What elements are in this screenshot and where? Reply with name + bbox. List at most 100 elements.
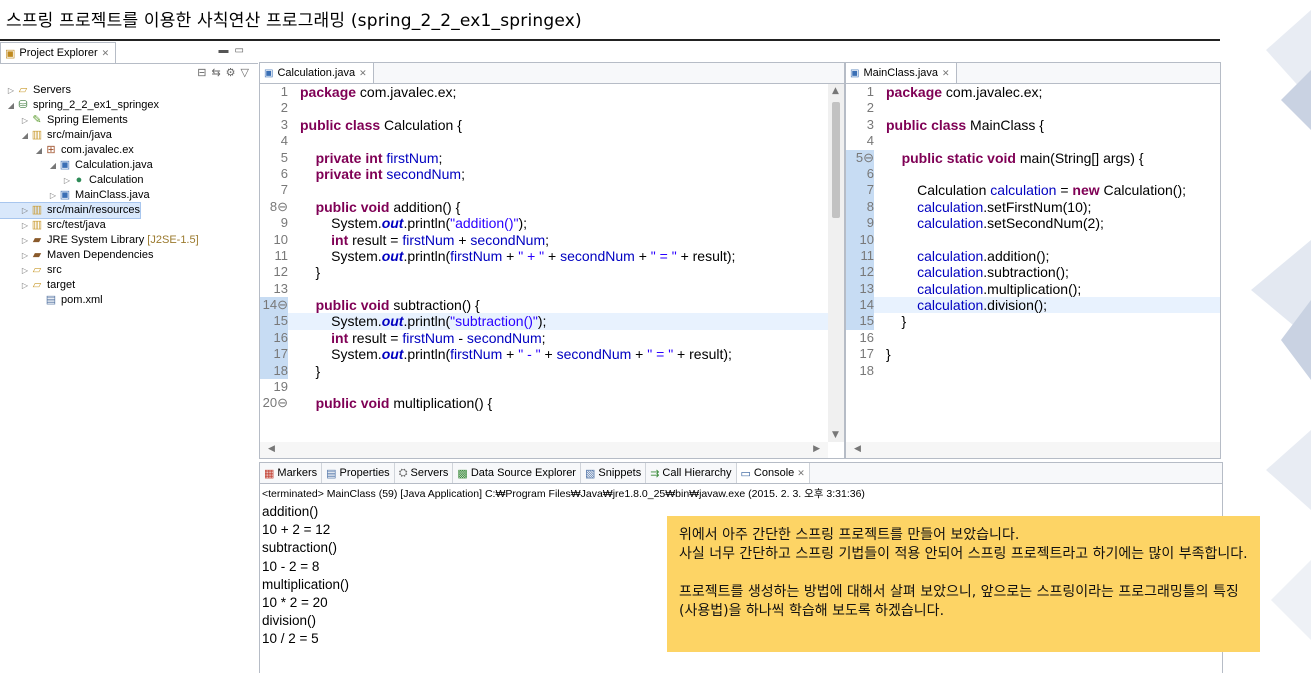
code-line[interactable]: 10	[846, 231, 1220, 248]
code-line[interactable]: 15 System.out.println("subtraction()");	[260, 313, 828, 330]
collapsed-icon[interactable]: ▷	[6, 83, 16, 98]
close-icon[interactable]: ✕	[102, 48, 110, 59]
tree-item[interactable]: ▷ ▥ src/test/java	[0, 218, 199, 233]
minimize-icon[interactable]: ▬	[219, 45, 235, 56]
tab-properties[interactable]: ▤ Properties	[322, 463, 395, 483]
collapsed-icon[interactable]: ▷	[62, 173, 72, 188]
collapsed-icon[interactable]: ▷	[20, 203, 30, 218]
code-line[interactable]: 15 }	[846, 313, 1220, 330]
code-line[interactable]: 9 System.out.println("addition()");	[260, 215, 828, 231]
tab-console[interactable]: ▭ Console ✕	[736, 463, 810, 483]
code-line[interactable]: 14 calculation.division();	[846, 297, 1220, 314]
collapsed-icon[interactable]: ▷	[20, 233, 30, 248]
horizontal-scrollbar[interactable]: ◀ ▶	[260, 442, 828, 458]
code-line[interactable]: 13 calculation.multiplication();	[846, 280, 1220, 298]
code-line[interactable]: 12 }	[260, 264, 828, 280]
collapsed-icon[interactable]: ▷	[20, 263, 30, 278]
tree-item[interactable]: ▷ ▣ MainClass.java	[0, 188, 199, 203]
code-line[interactable]: 16	[846, 330, 1220, 346]
vertical-scrollbar[interactable]: ▲ ▼	[828, 84, 844, 442]
scroll-thumb[interactable]	[832, 102, 840, 218]
code-line[interactable]: 1 package com.javalec.ex;	[260, 84, 828, 100]
code-line[interactable]: 6	[846, 165, 1220, 183]
code-line[interactable]: 11 calculation.addition();	[846, 247, 1220, 265]
tree-item[interactable]: ◢ ⊞ com.javalec.ex	[0, 143, 199, 158]
code-line[interactable]: 16 int result = firstNum - secondNum;	[260, 329, 828, 347]
scroll-left-icon[interactable]: ◀	[268, 444, 275, 454]
collapsed-icon[interactable]: ▷	[20, 248, 30, 263]
tree-item[interactable]: ◢ ⛁ spring_2_2_ex1_springex	[0, 98, 199, 113]
tree-item[interactable]: ▷ ● Calculation	[0, 173, 199, 188]
console-output[interactable]: addition() 10 + 2 = 12 subtraction() 10 - 2…	[262, 503, 349, 649]
code-line[interactable]: 10 int result = firstNum + secondNum;	[260, 232, 828, 248]
code-line[interactable]: 3 public class Calculation {	[260, 117, 828, 133]
tab-snippets[interactable]: ▧ Snippets	[581, 463, 647, 483]
tree-item[interactable]: ◢ ▥ src/main/java	[0, 128, 199, 143]
collapse-all-icon[interactable]: ⊟	[197, 67, 211, 79]
tab-data-source-explorer[interactable]: ▩ Data Source Explorer	[453, 463, 581, 483]
link-editor-icon[interactable]: ⇆	[211, 67, 225, 79]
close-icon[interactable]: ✕	[797, 468, 805, 479]
expanded-icon[interactable]: ◢	[34, 143, 44, 158]
scroll-up-icon[interactable]: ▲	[832, 86, 839, 96]
tree-item[interactable]: ◢ ▣ Calculation.java	[0, 158, 199, 173]
collapsed-icon[interactable]: ▷	[20, 218, 30, 233]
tab-mainclass-java[interactable]: ▣ MainClass.java ✕	[846, 63, 957, 83]
tree-item[interactable]: ▷ ✎ Spring Elements	[0, 113, 199, 128]
code-line[interactable]: 20⊖ public void multiplication() {	[260, 395, 828, 411]
code-area[interactable]: 1 package com.javalec.ex; 2 3 public class C…	[260, 84, 828, 442]
scroll-left-icon[interactable]: ◀	[854, 444, 861, 454]
editor-tabbar: ▣ Calculation.java ✕	[260, 63, 844, 84]
code-line[interactable]: 7	[260, 182, 828, 198]
view-menu-icon[interactable]: ▽	[241, 67, 254, 79]
code-line[interactable]: 7 Calculation calculation = new Calculat…	[846, 182, 1220, 199]
tab-calculation-java[interactable]: ▣ Calculation.java ✕	[260, 63, 374, 83]
tree-item[interactable]: ▷ ▰ Maven Dependencies	[0, 248, 199, 263]
code-line[interactable]: 14⊖ public void subtraction() {	[260, 297, 828, 314]
tree-item[interactable]: ▷ ▰ JRE System Library [J2SE-1.5]	[0, 233, 199, 248]
tree-item[interactable]: ▷ ▱ target	[0, 278, 199, 293]
expanded-icon[interactable]: ◢	[20, 128, 30, 143]
code-line[interactable]: 4	[846, 133, 1220, 149]
tab-servers[interactable]: ⛭ Servers	[395, 463, 454, 483]
code-line[interactable]: 17}	[846, 346, 1220, 362]
tree-item[interactable]: ▷ ▥ src/main/resources	[0, 202, 141, 219]
code-area[interactable]: 1 package com.javalec.ex; 2 3 public class M…	[846, 84, 1220, 442]
code-line[interactable]: 18 }	[260, 362, 828, 380]
code-line[interactable]: 17 System.out.println(firstNum + " - " +…	[260, 346, 828, 363]
close-icon[interactable]: ✕	[942, 68, 950, 79]
code-line[interactable]: 5⊖ public static void main(String[] args…	[846, 149, 1220, 166]
expanded-icon[interactable]: ◢	[6, 98, 16, 113]
code-line[interactable]: 18	[846, 363, 1220, 379]
code-line[interactable]: 11 System.out.println(firstNum + " + " +…	[260, 248, 828, 264]
code-line[interactable]: 3 public class MainClass {	[846, 117, 1220, 133]
collapsed-icon[interactable]: ▷	[20, 113, 30, 128]
maximize-icon[interactable]: ▭	[235, 45, 250, 56]
filter-icon[interactable]: ⚙	[226, 67, 241, 79]
tab-call-hierarchy[interactable]: ⇉ Call Hierarchy	[646, 463, 737, 483]
tree-item[interactable]: ▷ ▱ Servers	[0, 83, 199, 98]
tab-project-explorer[interactable]: ▣ Project Explorer ✕	[0, 42, 117, 63]
code-line[interactable]: 4	[260, 133, 828, 149]
tree-item[interactable]: ▤ pom.xml	[0, 293, 199, 308]
tree-item[interactable]: ▷ ▱ src	[0, 263, 199, 278]
code-line[interactable]: 2	[260, 100, 828, 116]
tab-markers[interactable]: ▦ Markers	[260, 463, 323, 483]
code-line[interactable]: 8 calculation.setFirstNum(10);	[846, 198, 1220, 216]
code-line[interactable]: 13	[260, 281, 828, 297]
collapsed-icon[interactable]: ▷	[20, 278, 30, 293]
code-line[interactable]: 5 private int firstNum;	[260, 150, 828, 166]
scroll-right-icon[interactable]: ▶	[813, 444, 820, 454]
collapsed-icon[interactable]: ▷	[48, 188, 58, 203]
code-line[interactable]: 8⊖ public void addition() {	[260, 199, 828, 215]
scroll-down-icon[interactable]: ▼	[832, 430, 839, 440]
horizontal-scrollbar[interactable]: ◀	[846, 442, 1220, 458]
expanded-icon[interactable]: ◢	[48, 158, 58, 173]
code-line[interactable]: 19	[260, 379, 828, 395]
code-line[interactable]: 6 private int secondNum;	[260, 166, 828, 182]
code-line[interactable]: 9 calculation.setSecondNum(2);	[846, 215, 1220, 232]
code-line[interactable]: 12 calculation.subtraction();	[846, 264, 1220, 281]
close-icon[interactable]: ✕	[359, 68, 367, 79]
code-line[interactable]: 1 package com.javalec.ex;	[846, 84, 1220, 100]
code-line[interactable]: 2	[846, 100, 1220, 116]
